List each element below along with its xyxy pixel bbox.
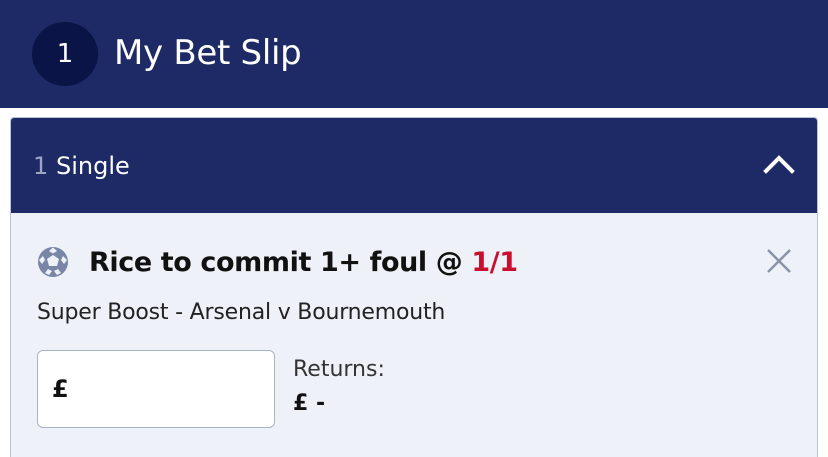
selection-title: Rice to commit 1+ foul @ 1/1: [89, 245, 518, 281]
page-title: My Bet Slip: [114, 33, 302, 73]
bet-group-label: Single: [56, 152, 130, 180]
close-icon: [767, 249, 791, 273]
bet-group-count: 1: [33, 152, 49, 180]
stake-field[interactable]: £: [37, 350, 275, 428]
remove-selection-button[interactable]: [761, 243, 797, 279]
selection-name: Rice to commit 1+ foul @: [89, 247, 472, 278]
football-icon: [38, 247, 68, 277]
returns-value: £ -: [293, 391, 326, 416]
selection-odds[interactable]: 1/1: [471, 247, 518, 278]
stake-currency: £: [52, 375, 69, 403]
stake-input[interactable]: [68, 359, 274, 419]
bet-count-badge: 1: [32, 22, 98, 86]
returns-label: Returns:: [293, 357, 385, 382]
bet-slip-header: 1 My Bet Slip: [0, 0, 828, 108]
bet-group-header[interactable]: 1 Single: [11, 118, 817, 213]
chevron-up-icon: [763, 155, 795, 174]
collapse-button[interactable]: [759, 144, 799, 184]
bet-slip-panel: 1 Single Rice to commit 1+ foul @ 1/1 Su…: [10, 117, 818, 457]
market-name: Super Boost - Arsenal v Bournemouth: [37, 300, 446, 325]
